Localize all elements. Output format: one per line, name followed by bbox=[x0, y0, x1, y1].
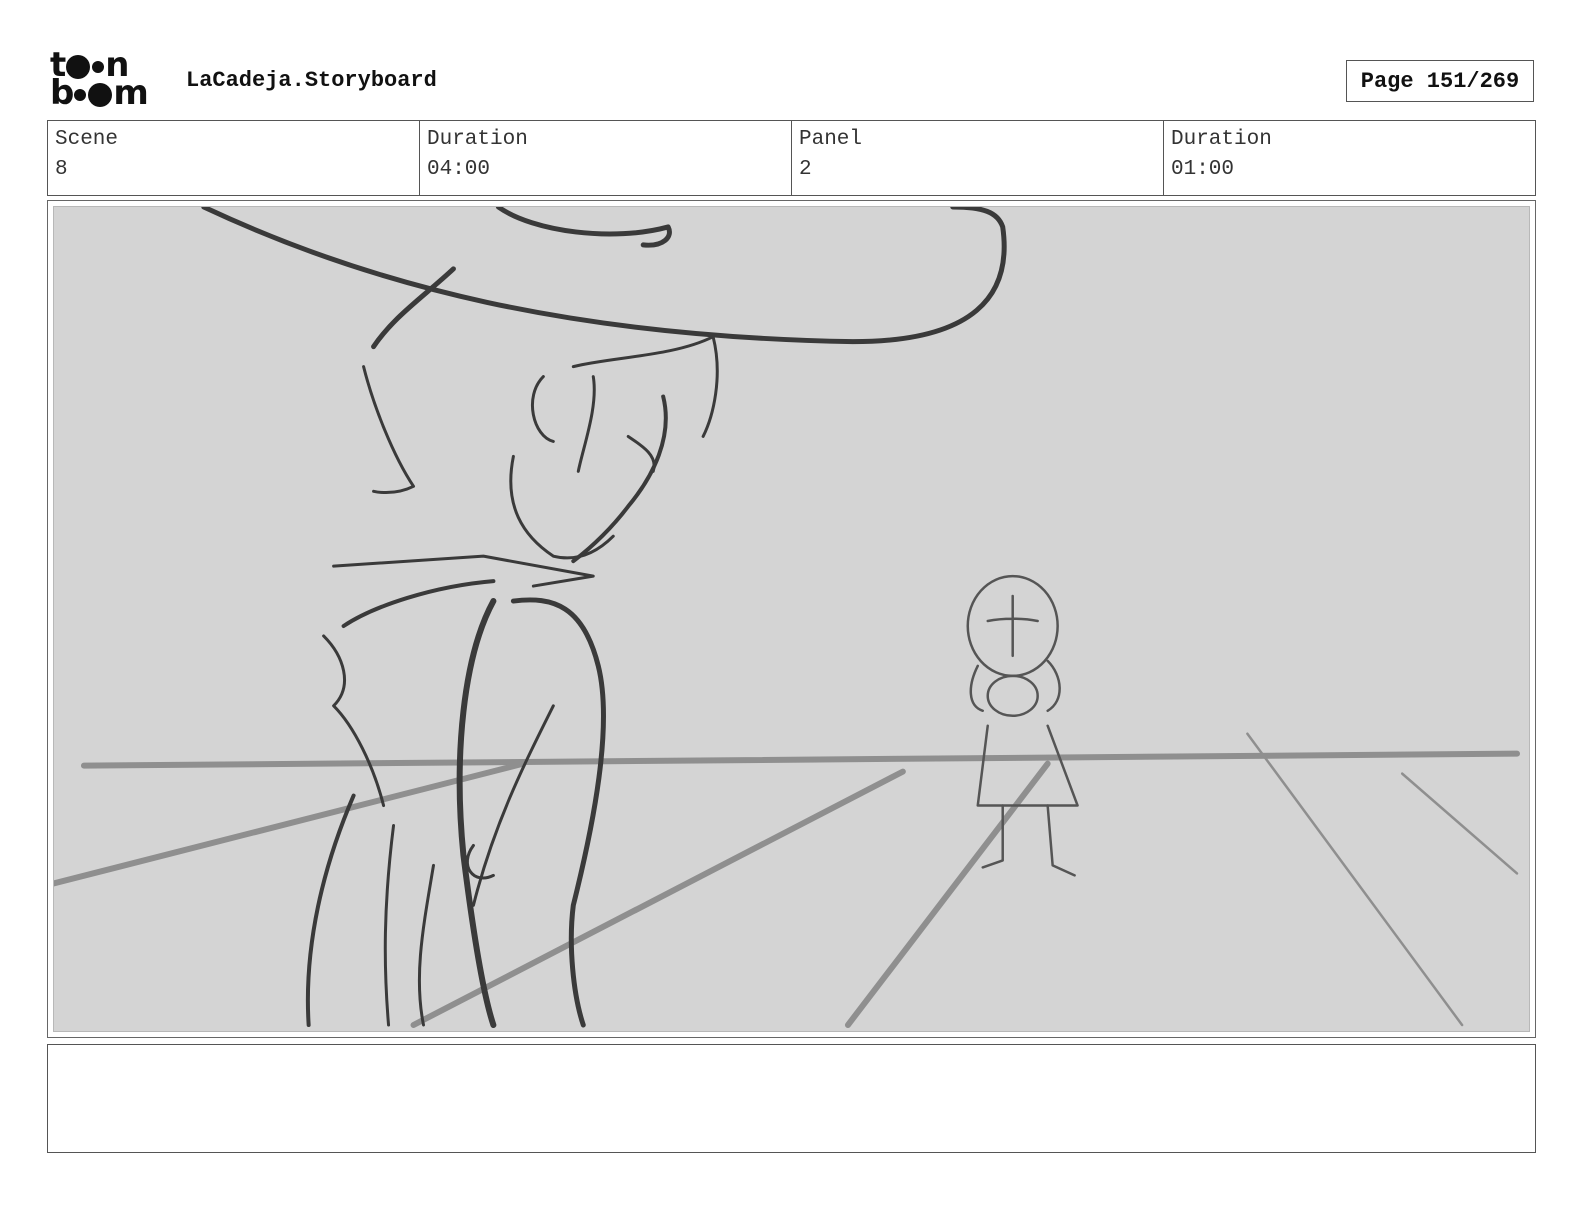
scene-value: 8 bbox=[55, 158, 68, 181]
logo-letter: b bbox=[50, 73, 74, 113]
body-front bbox=[510, 597, 606, 1028]
cape-fold bbox=[383, 824, 396, 1027]
scene-duration-label: Duration bbox=[427, 128, 528, 151]
page-number: Page 151/269 bbox=[1346, 60, 1534, 102]
document-title: LaCadeja.Storyboard bbox=[186, 68, 437, 93]
body-back bbox=[456, 598, 497, 1029]
info-table: Scene 8 Duration 04:00 Panel 2 Duration … bbox=[47, 120, 1536, 196]
foreground-character-sketch bbox=[201, 207, 1007, 1029]
hair-left bbox=[362, 365, 416, 495]
child-legs bbox=[981, 804, 1076, 877]
logo-letter: m bbox=[113, 73, 148, 113]
panel-label: Panel bbox=[799, 128, 863, 151]
scene-duration-cell: Duration 04:00 bbox=[420, 121, 792, 195]
panel-duration-value: 01:00 bbox=[1171, 158, 1235, 181]
scene-cell: Scene 8 bbox=[48, 121, 420, 195]
background-child-sketch bbox=[966, 574, 1079, 877]
logo-dot bbox=[88, 83, 113, 107]
cape-left bbox=[322, 634, 386, 808]
hat-brim bbox=[201, 207, 1007, 345]
panel-value: 2 bbox=[799, 158, 812, 181]
logo-bottom-row: b m bbox=[50, 76, 149, 110]
panel-duration-cell: Duration 01:00 bbox=[1164, 121, 1535, 195]
logo-dot bbox=[74, 89, 87, 101]
arm bbox=[471, 704, 555, 907]
perspective-line-floor bbox=[844, 760, 1051, 1029]
perspective-line-left bbox=[54, 760, 527, 887]
eye bbox=[626, 434, 656, 473]
cape-fold-2 bbox=[417, 863, 435, 1027]
perspective-line-far-right bbox=[1400, 772, 1519, 875]
hair-strand bbox=[576, 375, 596, 473]
scene-duration-value: 04:00 bbox=[427, 158, 491, 181]
panel-duration-label: Duration bbox=[1171, 128, 1272, 151]
storyboard-panel bbox=[47, 200, 1536, 1038]
perspective-lines bbox=[54, 732, 1521, 1029]
sketch-artwork bbox=[54, 207, 1521, 1029]
face-profile bbox=[571, 394, 668, 564]
perspective-line-right bbox=[1246, 732, 1464, 1027]
cape-edge bbox=[305, 793, 356, 1028]
child-face-guides bbox=[986, 594, 1039, 658]
horizon-line bbox=[80, 750, 1521, 769]
perspective-line-center bbox=[410, 768, 906, 1029]
toon-boom-logo: t n b m bbox=[50, 48, 164, 112]
collar bbox=[332, 554, 595, 588]
ear bbox=[530, 375, 555, 443]
panel-cell: Panel 2 bbox=[792, 121, 1164, 195]
cape-top bbox=[341, 579, 496, 628]
child-hands bbox=[986, 674, 1039, 718]
panel-drawing-area bbox=[53, 206, 1530, 1032]
scene-label: Scene bbox=[55, 128, 119, 151]
child-arms bbox=[969, 659, 1061, 713]
hat-crown bbox=[495, 207, 672, 248]
notes-area bbox=[47, 1044, 1536, 1153]
hair-top bbox=[371, 266, 456, 350]
logo-dot bbox=[92, 61, 105, 73]
